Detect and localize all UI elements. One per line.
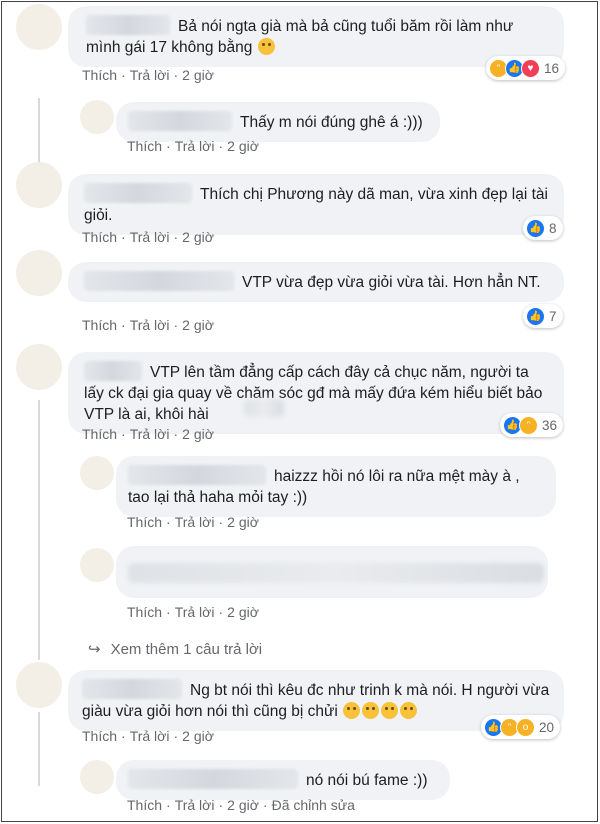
comment-text: nó nói bú fame :)): [306, 772, 428, 789]
reply-thread-line: [38, 712, 40, 786]
reply-link[interactable]: Trả lời: [130, 728, 170, 744]
avatar[interactable]: [80, 548, 114, 582]
blurred-author-name[interactable]: [128, 465, 266, 485]
reply-bubble: Thấy m nói đúng ghê á :))): [116, 102, 440, 142]
grinning-emoji-icon: [400, 702, 418, 719]
timestamp[interactable]: 2 giờ: [227, 604, 259, 620]
timestamp[interactable]: 2 giờ: [227, 138, 259, 154]
timestamp[interactable]: 2 giờ: [182, 317, 214, 333]
blurred-reply-text: [128, 563, 544, 583]
comment-meta: Thích · Trả lời · 2 giờ: [82, 317, 214, 333]
reply-arrow-icon: ↪: [88, 641, 101, 658]
reply-link[interactable]: Trả lời: [130, 317, 170, 333]
reaction-count: 36: [542, 417, 558, 433]
reaction-summary[interactable]: 👍 7: [523, 304, 563, 328]
grinning-emoji-icon: [381, 702, 399, 719]
like-link[interactable]: Thích: [82, 67, 117, 83]
timestamp[interactable]: 2 giờ: [227, 797, 259, 813]
blurred-author-name[interactable]: [86, 15, 170, 35]
comment-bubble: VTP lên tầm đẳng cấp cách đây cả chục nă…: [68, 352, 564, 434]
like-link[interactable]: Thích: [127, 138, 162, 154]
blurred-author-name[interactable]: [84, 183, 192, 203]
haha-reaction-icon: ᵔ: [519, 415, 538, 435]
reply-meta: Thích · Trả lời · 2 giờ: [127, 604, 259, 620]
blurred-author-name[interactable]: [128, 111, 232, 131]
reaction-summary[interactable]: 👍 ᵔ 36: [500, 413, 564, 437]
edited-label[interactable]: Đã chỉnh sửa: [272, 797, 355, 813]
blurred-author-name[interactable]: [84, 271, 234, 291]
comment-meta: Thích · Trả lời · 2 giờ: [82, 728, 214, 744]
timestamp[interactable]: 2 giờ: [182, 229, 214, 245]
reply-bubble: nó nói bú fame :)): [116, 760, 450, 800]
reaction-summary[interactable]: 👍 8: [523, 216, 563, 240]
thinking-emoji-icon: [362, 702, 380, 719]
reaction-count: 20: [539, 719, 555, 735]
timestamp[interactable]: 2 giờ: [182, 67, 214, 83]
reply-link[interactable]: Trả lời: [175, 138, 215, 154]
like-link[interactable]: Thích: [82, 728, 117, 744]
like-link[interactable]: Thích: [127, 514, 162, 530]
comment-bubble: VTP vừa đẹp vừa giỏi vừa tài. Hơn hẳn NT…: [68, 262, 564, 302]
like-link[interactable]: Thích: [127, 797, 162, 813]
reply-link[interactable]: Trả lời: [175, 797, 215, 813]
reply-link[interactable]: Trả lời: [130, 67, 170, 83]
reaction-count: 7: [549, 308, 557, 324]
reply-thread-line: [38, 98, 40, 166]
avatar[interactable]: [80, 456, 114, 490]
comment-text: VTP vừa đẹp vừa giỏi vừa tài. Hơn hẳn NT…: [242, 274, 541, 291]
love-reaction-icon: ♥: [521, 58, 540, 78]
avatar[interactable]: [16, 662, 62, 708]
reply-thread-line: [38, 400, 40, 660]
reply-link[interactable]: Trả lời: [175, 514, 215, 530]
avatar[interactable]: [80, 760, 114, 794]
like-link[interactable]: Thích: [82, 317, 117, 333]
reply-bubble: haizzz hồi nó lôi ra nữa mệt mày à , tao…: [116, 456, 556, 517]
reply-meta: Thích · Trả lời · 2 giờ: [127, 138, 259, 154]
like-link[interactable]: Thích: [127, 604, 162, 620]
reaction-summary[interactable]: ᵔ 👍 ♥ 16: [486, 56, 566, 80]
reaction-count: 16: [544, 60, 560, 76]
reaction-summary[interactable]: 👍 ᵔ o 20: [481, 715, 561, 739]
avatar[interactable]: [80, 100, 114, 134]
comment-meta: Thích · Trả lời · 2 giờ: [82, 67, 214, 83]
timestamp[interactable]: 2 giờ: [182, 426, 214, 442]
reply-meta: Thích · Trả lời · 2 giờ: [127, 514, 259, 530]
blurred-author-name[interactable]: [82, 679, 182, 699]
see-more-replies-link[interactable]: ↪ Xem thêm 1 câu trả lời: [88, 640, 262, 658]
comment-text: Thấy m nói đúng ghê á :))): [240, 114, 423, 131]
like-link[interactable]: Thích: [82, 426, 117, 442]
reply-link[interactable]: Trả lời: [130, 229, 170, 245]
timestamp[interactable]: 2 giờ: [227, 514, 259, 530]
reaction-count: 8: [549, 220, 557, 236]
reply-meta: Thích · Trả lời · 2 giờ · Đã chỉnh sửa: [127, 797, 355, 813]
blurred-text: [244, 399, 284, 417]
comment-meta: Thích · Trả lời · 2 giờ: [82, 229, 214, 245]
blurred-author-name[interactable]: [128, 769, 298, 789]
like-reaction-icon: 👍: [526, 218, 545, 238]
reply-link[interactable]: Trả lời: [130, 426, 170, 442]
avatar[interactable]: [16, 250, 62, 296]
avatar[interactable]: [16, 162, 62, 208]
wow-reaction-icon: o: [516, 717, 535, 737]
timestamp[interactable]: 2 giờ: [182, 728, 214, 744]
comment-meta: Thích · Trả lời · 2 giờ: [82, 426, 214, 442]
avatar[interactable]: [16, 344, 62, 390]
like-reaction-icon: 👍: [526, 306, 545, 326]
blurred-author-name[interactable]: [84, 361, 142, 381]
see-more-label: Xem thêm 1 câu trả lời: [110, 641, 263, 658]
comment-bubble: Thích chị Phương này dã man, vừa xinh đẹ…: [68, 174, 564, 235]
smirk-emoji-icon: [257, 38, 275, 55]
reply-link[interactable]: Trả lời: [175, 604, 215, 620]
comment-text: VTP lên tầm đẳng cấp cách đây cả chục nă…: [84, 364, 543, 423]
avatar[interactable]: [16, 4, 62, 50]
thinking-emoji-icon: [343, 702, 361, 719]
like-link[interactable]: Thích: [82, 229, 117, 245]
